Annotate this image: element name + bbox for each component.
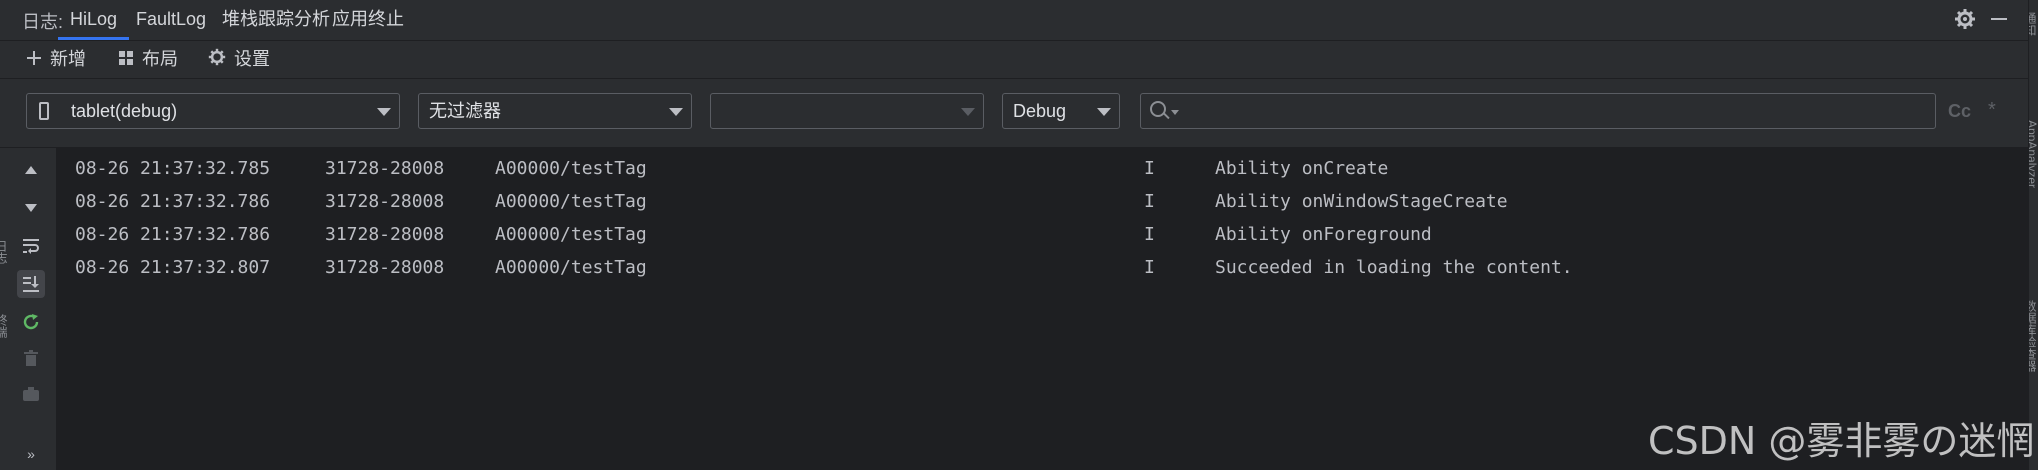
chevron-down-icon <box>669 108 683 116</box>
chevron-down-icon <box>1097 108 1111 116</box>
log-pid: 31728-28008 <box>325 158 445 179</box>
log-pid: 31728-28008 <box>325 257 445 278</box>
log-time: 08-26 21:37:32.785 <box>75 158 271 179</box>
settings-button[interactable]: 设置 <box>208 46 270 72</box>
add-button[interactable]: 新增 <box>26 46 86 72</box>
left-action-rail: » 日志 终端 <box>0 148 57 470</box>
tab-faultlog[interactable]: FaultLog <box>124 0 218 38</box>
scroll-to-end-icon[interactable] <box>17 270 45 298</box>
more-icon[interactable]: » <box>17 440 45 468</box>
log-level: I <box>1144 158 1155 179</box>
log-level-select[interactable]: Debug <box>1002 93 1120 129</box>
log-toolbar: 新增 布局 设置 <box>0 40 2028 79</box>
log-pid: 31728-28008 <box>325 224 445 245</box>
layout-icon <box>118 47 134 73</box>
layout-button-label: 布局 <box>142 49 178 69</box>
device-select-value: tablet(debug) <box>71 101 178 121</box>
log-level: I <box>1144 257 1155 278</box>
soft-wrap-icon[interactable] <box>17 232 45 260</box>
trash-icon[interactable] <box>17 344 45 372</box>
scroll-up-icon[interactable] <box>17 156 45 184</box>
log-time: 08-26 21:37:32.807 <box>75 257 271 278</box>
minimize-icon[interactable] <box>1988 8 2010 30</box>
tab-hilog[interactable]: HiLog <box>58 0 130 40</box>
chevron-down-icon <box>961 108 975 116</box>
layout-button[interactable]: 布局 <box>118 46 178 72</box>
tab-hilog-label: HiLog <box>70 9 118 29</box>
search-input[interactable] <box>1140 93 1936 129</box>
log-time: 08-26 21:37:32.786 <box>75 224 271 245</box>
log-message: Ability onCreate <box>1215 158 1389 179</box>
log-pid: 31728-28008 <box>325 191 445 212</box>
tab-app-termination[interactable]: 应用终止 <box>320 0 416 38</box>
log-level: I <box>1144 224 1155 245</box>
watermark: CSDN @雾非雾の迷惘 <box>1648 419 2035 463</box>
log-level-value: Debug <box>1013 101 1067 121</box>
side-tab-terminal[interactable]: 终端 <box>0 314 10 338</box>
log-message: Ability onWindowStageCreate <box>1215 191 1508 212</box>
camera-icon[interactable] <box>17 380 45 408</box>
log-tag: A00000/testTag <box>495 224 647 245</box>
log-tab-bar: 日志: HiLog FaultLog 堆栈跟踪分析 应用终止 <box>0 0 2038 41</box>
settings-button-label: 设置 <box>234 49 270 69</box>
log-message: Ability onForeground <box>1215 224 1432 245</box>
regex-toggle[interactable]: * <box>1988 99 1996 122</box>
tab-app-termination-label: 应用终止 <box>332 9 404 29</box>
plus-icon <box>26 47 42 73</box>
filter-bar: tablet(debug) 无过滤器 Debug <box>0 79 2028 148</box>
right-tool-rail: 通知 AppAnalyzer 数据库检查器 <box>2028 0 2038 470</box>
side-tab-appanalyzer[interactable]: AppAnalyzer <box>2029 120 2038 290</box>
side-tab-log[interactable]: 日志 <box>0 240 10 264</box>
log-level: I <box>1144 191 1155 212</box>
log-tag: A00000/testTag <box>495 257 647 278</box>
add-button-label: 新增 <box>50 49 86 69</box>
log-time: 08-26 21:37:32.786 <box>75 191 271 212</box>
side-tab-notifications[interactable]: 通知 <box>2029 12 2038 102</box>
scroll-down-icon[interactable] <box>17 194 45 222</box>
search-icon <box>1150 101 1166 117</box>
match-case-toggle[interactable]: Cc <box>1948 101 1971 122</box>
settings-gear-icon <box>208 47 226 73</box>
log-tag: A00000/testTag <box>495 158 647 179</box>
filter-select[interactable]: 无过滤器 <box>418 93 692 129</box>
process-select[interactable] <box>710 93 984 129</box>
log-label: 日志: <box>22 12 64 32</box>
log-tag: A00000/testTag <box>495 191 647 212</box>
restart-icon[interactable] <box>17 308 45 336</box>
chevron-down-icon <box>377 108 391 116</box>
gear-icon[interactable] <box>1954 8 1976 30</box>
tab-faultlog-label: FaultLog <box>136 9 207 29</box>
filter-select-value: 无过滤器 <box>429 101 501 121</box>
device-select[interactable]: tablet(debug) <box>26 93 400 129</box>
phone-icon <box>39 102 49 120</box>
search-history-icon[interactable] <box>1171 110 1179 115</box>
tab-stack-trace-label: 堆栈跟踪分析 <box>222 9 330 29</box>
log-message: Succeeded in loading the content. <box>1215 257 1573 278</box>
